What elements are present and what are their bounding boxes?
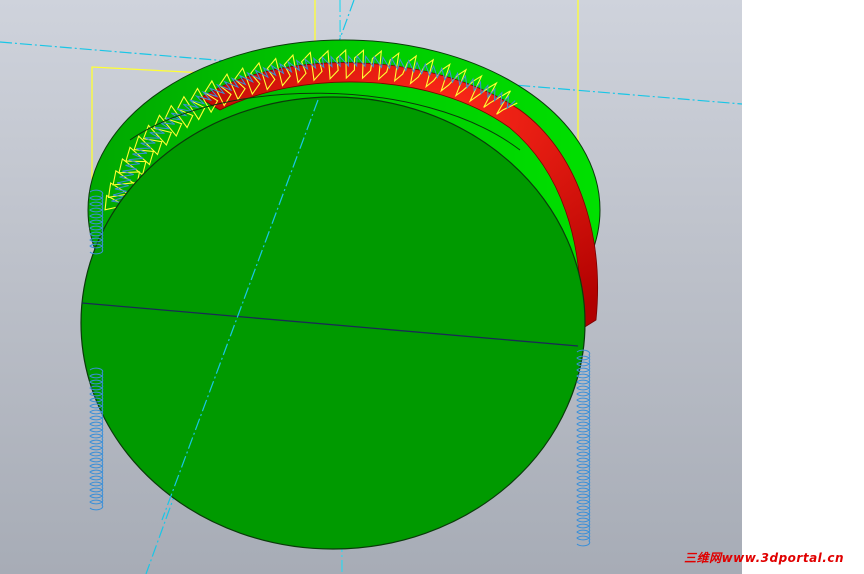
cylinder-part[interactable]	[80, 92, 586, 550]
cad-viewport[interactable]	[0, 0, 742, 574]
scene-canvas[interactable]	[0, 0, 742, 574]
part-front-face[interactable]	[80, 96, 586, 550]
helix-right	[576, 349, 591, 547]
site-watermark: 三维网www.3dportal.cn	[684, 551, 844, 565]
